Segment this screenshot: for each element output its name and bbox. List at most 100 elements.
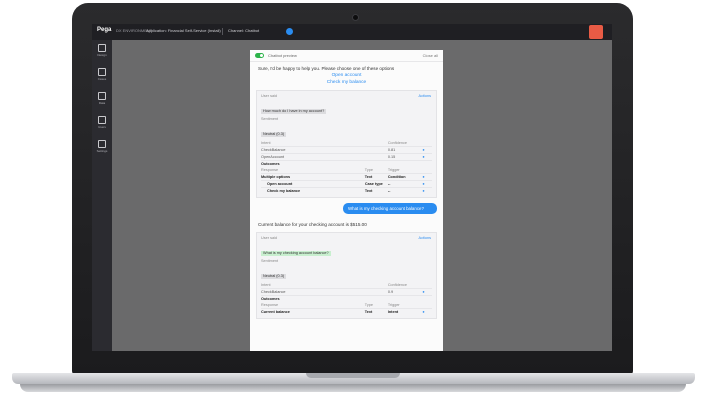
sidebar-item-users[interactable]: Users: [92, 114, 112, 136]
sidebar-item-label: Users: [98, 125, 106, 129]
user-message: What is my checking account balance?: [343, 203, 437, 214]
bot-message: Sure, I'd be happy to help you. Please c…: [258, 66, 395, 71]
topbar-divider: [222, 28, 223, 35]
user-avatar[interactable]: [589, 25, 603, 39]
gear-icon: [98, 140, 106, 148]
actions-dropdown[interactable]: Actions: [419, 236, 431, 240]
outcome-row: Current balance Text Intent ●: [261, 308, 432, 315]
intent-header-cell: [422, 282, 432, 288]
sidebar-item-cases[interactable]: Cases: [92, 66, 112, 88]
edit-icon[interactable]: ●: [422, 289, 432, 295]
intent-cell: [365, 289, 388, 295]
outcome-response: Current balance: [261, 310, 290, 314]
intent-row: CheckBalance 0.81 ●: [261, 146, 432, 153]
database-icon: [98, 92, 106, 100]
outcome-type: Text: [364, 189, 373, 193]
sentiment-value: Neutral (0.3): [261, 274, 287, 279]
outcomes-label: Outcomes: [261, 295, 432, 302]
intent-header-cell: [422, 140, 432, 146]
outcome-header-cell: Response: [261, 303, 279, 307]
chatbot-preview-panel: Chatbot preview Close all Sure, I'd be h…: [250, 50, 443, 351]
nlp-analysis-card: Actions User said What is my checking ac…: [256, 232, 437, 319]
intent-cell: [365, 154, 388, 160]
briefcase-icon: [98, 68, 106, 76]
outcome-response: Open account: [267, 182, 293, 186]
intent-header-cell: Intent: [261, 141, 271, 145]
outcome-row: Multiple options Text Condition ●: [261, 173, 432, 180]
intent-row: CheckBalance 0.9 ●: [261, 288, 432, 295]
option-check-balance[interactable]: Check my balance: [250, 79, 443, 86]
outcome-response: Multiple options: [261, 175, 291, 179]
grid-icon: [98, 44, 106, 52]
nlp-analysis-card: Actions User said How much do I have in …: [256, 90, 437, 198]
sidebar-item-label: Design: [97, 53, 107, 57]
sentiment-label: Sentiment: [261, 117, 279, 121]
bot-message: Current balance for your checking accoun…: [258, 222, 367, 227]
outcome-trigger: Intent: [387, 310, 399, 314]
intent-header-row: Intent Confidence: [261, 140, 432, 146]
actions-dropdown[interactable]: Actions: [419, 94, 431, 98]
intent-header-cell: Confidence: [387, 141, 408, 145]
sidebar-item-label: Settings: [96, 149, 108, 153]
outcome-header-cell: [422, 167, 432, 173]
user-said-value: How much do I have in my account?: [261, 109, 327, 114]
outcome-response: Check my balance: [267, 189, 301, 193]
intent-header-cell: [365, 282, 388, 288]
edit-icon[interactable]: ●: [422, 174, 432, 180]
users-icon: [98, 116, 106, 124]
user-said-label: User said: [261, 94, 278, 98]
laptop-base-bottom: [20, 384, 686, 392]
edit-icon[interactable]: ●: [422, 309, 432, 315]
intent-name: CheckBalance: [261, 290, 286, 294]
channel-label[interactable]: Channel: Chatbot: [228, 28, 259, 33]
outcomes-label: Outcomes: [261, 160, 432, 167]
outcome-row: Open account Case type -- ●: [261, 180, 432, 187]
enable-toggle[interactable]: [255, 53, 264, 58]
outcome-trigger: --: [387, 189, 391, 193]
intent-name: OpenAccount: [261, 155, 285, 159]
outcome-type: Text: [364, 310, 373, 314]
outcome-header-cell: Trigger: [387, 303, 400, 307]
outcome-header-cell: Type: [364, 303, 373, 307]
application-label[interactable]: Application: Financial Self-Service (Ins…: [146, 28, 221, 33]
sidebar-item-label: Data: [98, 101, 106, 105]
outcome-header-row: Response Type Trigger: [261, 302, 432, 308]
outcome-header-row: Response Type Trigger: [261, 167, 432, 173]
app-topbar: Pega DX ENVIRONMENT Application: Financi…: [92, 24, 612, 40]
panel-header: Chatbot preview Close all: [250, 50, 443, 62]
edit-icon[interactable]: ●: [422, 154, 432, 160]
sidebar-item-settings[interactable]: Settings: [92, 138, 112, 160]
webcam: [352, 14, 359, 21]
sentiment-value: Neutral (0.3): [261, 132, 287, 137]
outcome-header-cell: [422, 302, 432, 308]
intent-header-cell: Intent: [261, 283, 271, 287]
edit-icon[interactable]: ●: [422, 188, 432, 194]
intent-confidence: 0.15: [387, 155, 396, 159]
intent-header-cell: [365, 140, 388, 146]
intent-row: OpenAccount 0.15 ●: [261, 153, 432, 160]
sidebar-item-label: Cases: [97, 77, 107, 81]
outcome-header-cell: Type: [364, 168, 373, 172]
user-said-value: What is my checking account balance?: [261, 251, 331, 256]
intent-confidence: 0.81: [387, 148, 396, 152]
sidebar: Design Cases Data Users Settings: [92, 40, 112, 351]
laptop-opening-notch: [306, 373, 400, 378]
user-said-label: User said: [261, 236, 278, 240]
outcome-type: Text: [364, 175, 373, 179]
intent-cell: [365, 147, 388, 153]
edit-icon[interactable]: ●: [422, 147, 432, 153]
close-all-button[interactable]: Close all: [423, 53, 438, 58]
intent-header-row: Intent Confidence: [261, 282, 432, 288]
edit-icon[interactable]: ●: [422, 181, 432, 187]
intent-confidence: 0.9: [387, 290, 394, 294]
intent-header-cell: Confidence: [387, 283, 408, 287]
sidebar-item-design[interactable]: Design: [92, 42, 112, 64]
status-dot-icon: [286, 28, 293, 35]
outcome-trigger: Condition: [387, 175, 406, 179]
sentiment-label: Sentiment: [261, 259, 279, 263]
brand-logo: Pega: [97, 27, 112, 33]
option-open-account[interactable]: Open account: [250, 72, 443, 79]
outcome-type: Case type: [364, 182, 383, 186]
sidebar-item-data[interactable]: Data: [92, 90, 112, 112]
intent-name: CheckBalance: [261, 148, 286, 152]
